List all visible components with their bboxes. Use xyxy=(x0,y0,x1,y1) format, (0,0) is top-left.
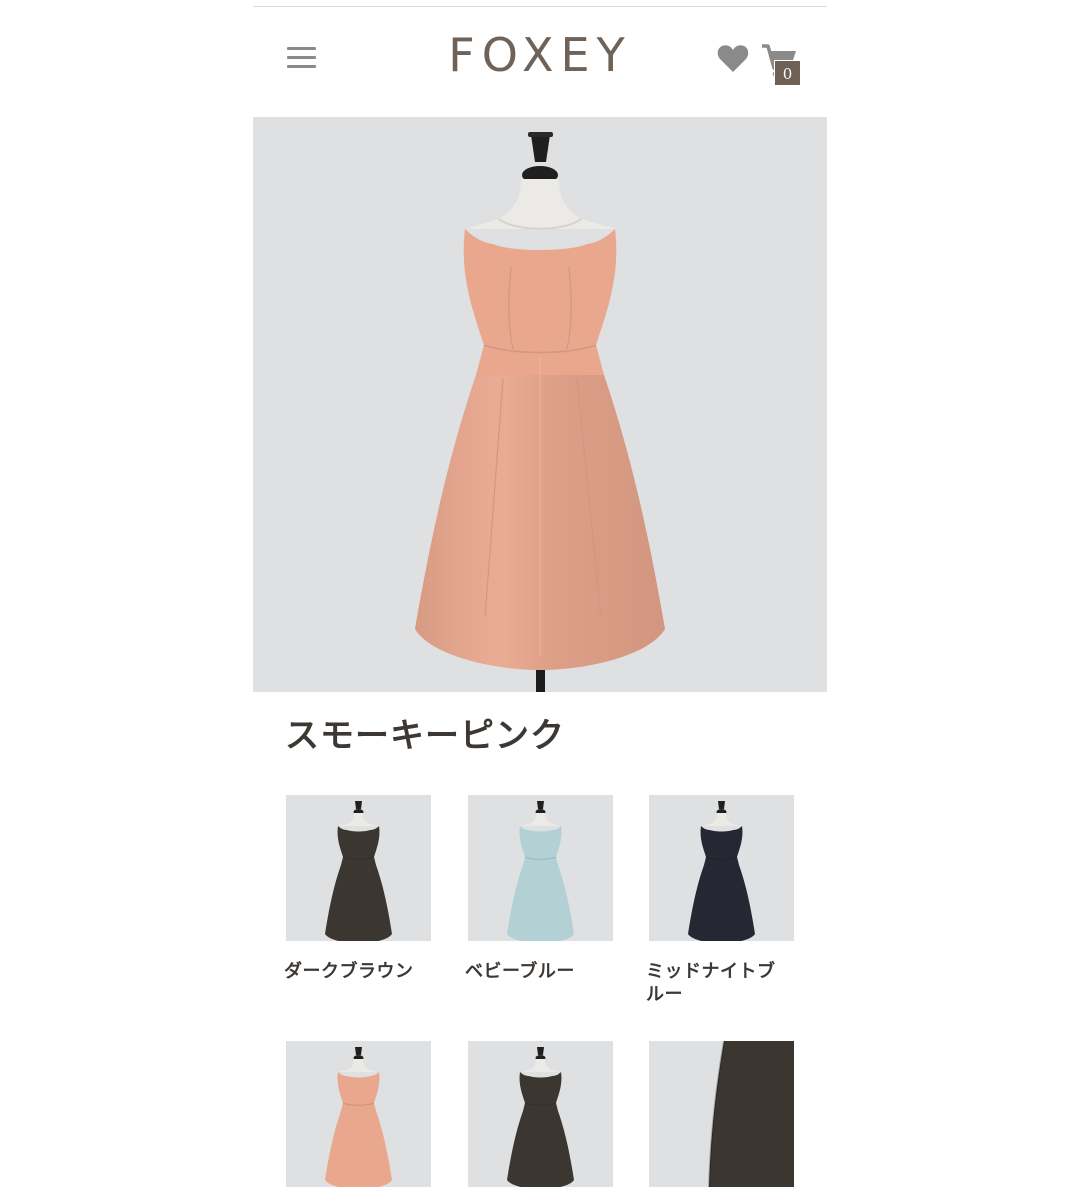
selected-color-name: スモーキーピンク xyxy=(285,716,565,756)
color-label-dark-brown[interactable]: ダークブラウン xyxy=(284,960,434,983)
product-main-image[interactable] xyxy=(253,117,827,692)
color-thumbnail-row2-2[interactable] xyxy=(468,1041,613,1187)
color-thumbnail-dark-brown[interactable] xyxy=(286,795,431,941)
top-divider xyxy=(253,6,827,7)
heart-icon[interactable] xyxy=(716,41,750,75)
color-thumbnail-midnight-blue[interactable] xyxy=(649,795,794,941)
page-frame: FOXEY 0 スモーキーピンク ダークブラウン ベビーブルー ミッドナイトブル… xyxy=(253,0,827,1187)
color-label-midnight-blue[interactable]: ミッドナイトブルー xyxy=(646,960,791,1006)
color-thumbnail-row2-3[interactable] xyxy=(649,1041,794,1187)
color-thumbnail-row2-1[interactable] xyxy=(286,1041,431,1187)
color-thumbnail-baby-blue[interactable] xyxy=(468,795,613,941)
color-label-baby-blue[interactable]: ベビーブルー xyxy=(465,960,615,983)
cart-count-badge[interactable]: 0 xyxy=(774,60,801,86)
